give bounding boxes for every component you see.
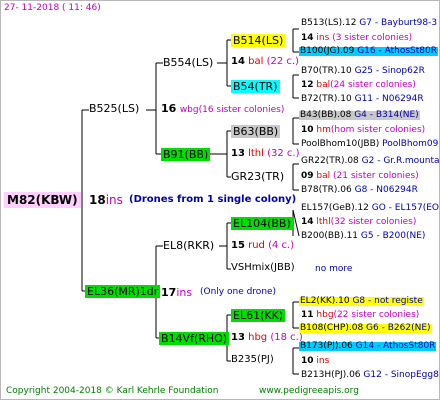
gen3-queen-b514: B514(LS) [231, 34, 286, 47]
gen3-year-b14vf-line: 13 hbg (18 c.) [231, 332, 303, 343]
gen3-year-b91-line: 13 lthl (32 c.) [231, 148, 300, 159]
date-header: 27- 11-2018 ( 11: 46) [4, 3, 101, 13]
gen4-row: EL157(GeB).12 GO - EL157(EO) [301, 203, 440, 213]
gen1-year-el36: 17ins [161, 286, 193, 299]
root-year: 18ins [89, 193, 123, 207]
root-queen: M82(KBW) [4, 192, 81, 208]
only-one-drone-note: (Only one drone) [200, 287, 277, 297]
gen3-queen-vshmix: VSHmix(JBB) [231, 262, 295, 273]
gen4-row: 10 ins [301, 356, 330, 366]
gen3-queen-b54: B54(TR) [231, 80, 280, 93]
gen4-row: 12 bal(24 sister colonies) [301, 80, 416, 90]
gen2-queen-b91: B91(BB) [161, 148, 211, 161]
gen4-row-highlight: B100(JG).09 G16 - AthosSt80R [299, 46, 438, 56]
gen4-row-no-more: no more [315, 264, 353, 274]
gen3-queen-b63: B63(BB) [231, 125, 281, 138]
gen4-row: B213H(PJ).06 G12 - SinopEgg86R [301, 370, 439, 380]
gen4-row: B78(TR).06 G8 - N06294R [301, 185, 418, 195]
gen3-queen-el61: EL61(KK) [231, 309, 286, 322]
pedigree-chart: 27- 11-2018 ( 11: 46) M82(KBW) 18ins (Dr… [0, 0, 440, 400]
gen2-queen-b554: B554(LS) [163, 56, 214, 69]
gen2-year-b525-line: 16 wbg(16 sister colonies) [161, 102, 285, 115]
gen3-year-el8-line: 15 rud (4 c.) [231, 240, 295, 251]
gen4-row: B513(LS).12 G7 - Bayburt98-3 [301, 18, 438, 28]
gen3-queen-gr23: GR23(TR) [231, 170, 285, 183]
gen1-queen-el36: EL36(MR)1dr [85, 285, 161, 298]
gen4-row: 14 lthl(32 sister colonies) [301, 217, 417, 227]
gen4-row: B200(BB).11 G5 - B200(NE) [301, 231, 426, 241]
gen4-row-highlight: EL2(KK).10 G8 - not registe [299, 296, 424, 306]
website-footer: www.pedigreeapis.org [259, 386, 359, 396]
gen3-year-b554-line: 14 bal (22 c.) [231, 56, 299, 67]
gen4-row-highlight: B173(PJ).06 G14 - AthosSt80R [299, 341, 437, 351]
gen2-queen-b14vf: B14Vf(RHO) [159, 332, 230, 345]
copyright-footer: Copyright 2004-2018 © Karl Kehrle Founda… [6, 386, 219, 396]
gen2-queen-el8: EL8(RKR) [163, 239, 215, 252]
gen4-row: GR22(TR).08 G2 - Gr.R.mounta [301, 156, 440, 166]
drones-note: (Drones from 1 single colony) [129, 194, 297, 205]
gen4-row: B70(TR).10 G25 - Sinop62R [301, 66, 425, 76]
gen4-row-highlight: B43(BB).08 G4 - B314(NE) [299, 110, 420, 120]
gen4-row: PoolBhom10(JBB) PoolBhom09(FK)+3 [301, 139, 439, 149]
gen4-row: 10 hm(hom sister colonies) [301, 125, 426, 135]
gen4-row-highlight: B108(CHP).08 G6 - B262(NE) [299, 323, 432, 333]
gen4-row: 11 hbg(22 sister colonies) [301, 310, 420, 320]
gen3-queen-b235: B235(PJ) [231, 354, 274, 365]
gen4-row: 14 ins (3 sister colonies) [301, 33, 413, 43]
gen4-row: 09 bal (21 sister colonies) [301, 171, 419, 181]
gen1-queen-b525: B525(LS) [89, 102, 140, 115]
gen4-row: B72(TR).10 G11 - N06294R [301, 94, 424, 104]
gen3-queen-el104: EL104(BB) [231, 217, 293, 230]
